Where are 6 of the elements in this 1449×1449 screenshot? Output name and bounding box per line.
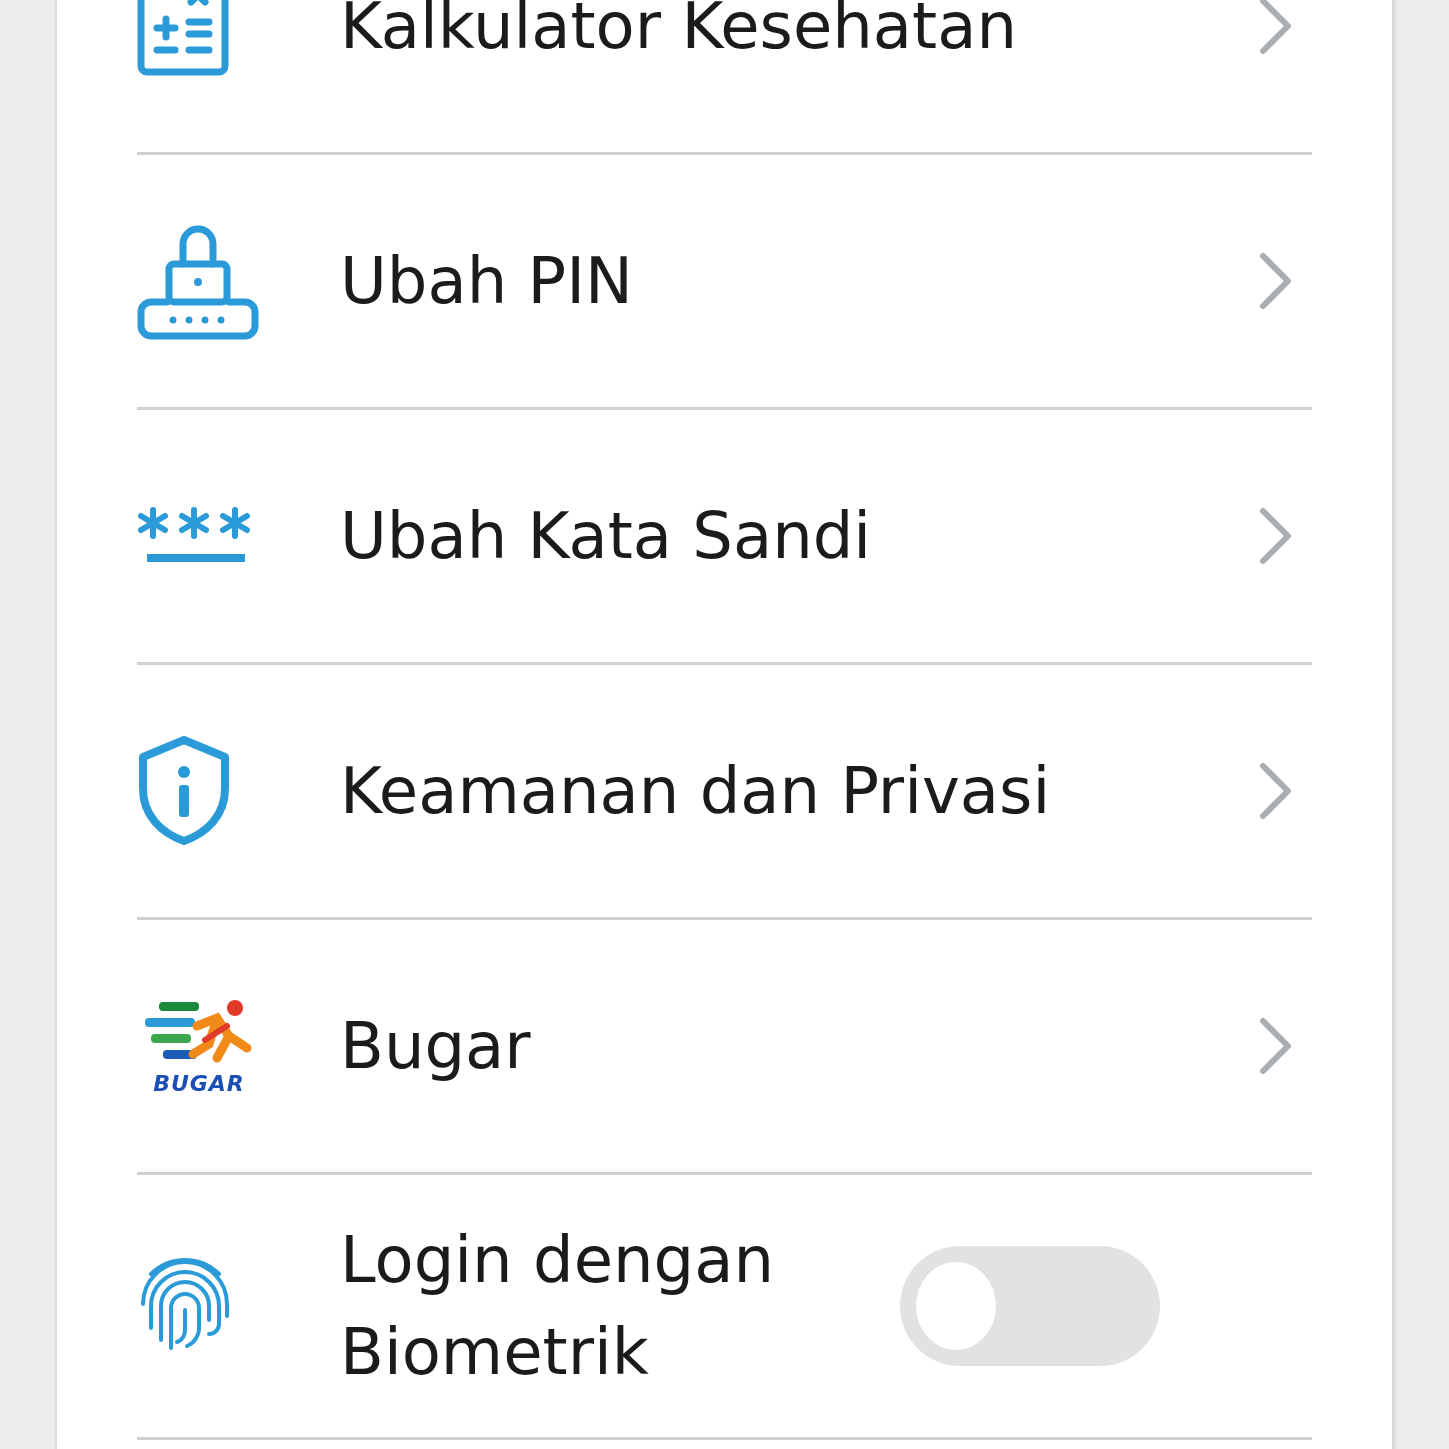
menu-label[interactable]: Bugar xyxy=(340,1000,1258,1092)
menu-label[interactable]: Ubah Kata Sandi xyxy=(340,490,1258,582)
logo-wordmark: BUGAR xyxy=(153,1072,245,1096)
menu-label[interactable]: Ubah PIN xyxy=(340,235,1258,327)
menu-label[interactable]: Login dengan Biometrik xyxy=(340,1214,900,1398)
menu-label[interactable]: Keamanan dan Privasi xyxy=(340,745,1258,837)
